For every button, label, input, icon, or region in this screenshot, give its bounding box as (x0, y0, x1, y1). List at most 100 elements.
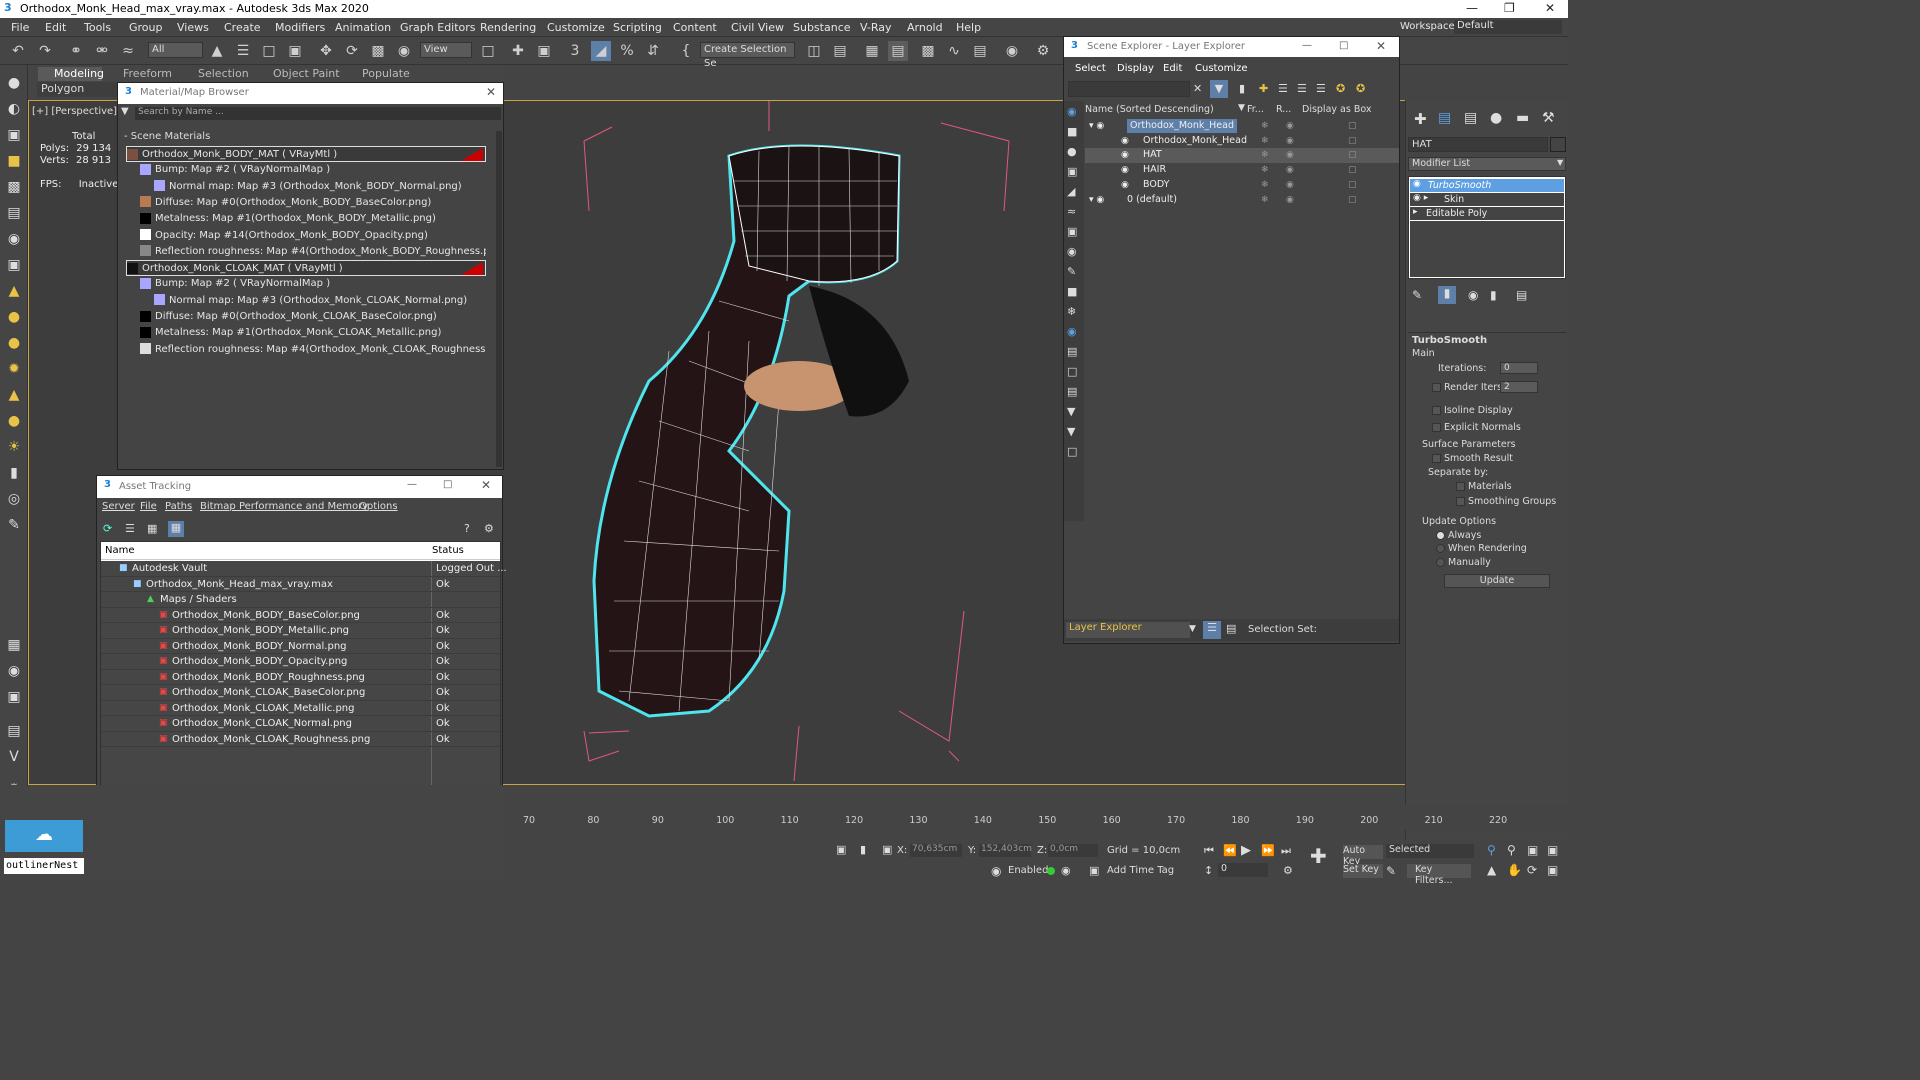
absolute-mode-icon[interactable]: ▣ (882, 843, 892, 856)
select-object-icon[interactable]: ▲ (207, 41, 227, 61)
at-menu-bitmap-performance[interactable]: Bitmap Performance and Memory (200, 501, 368, 512)
smooth-result-checkbox[interactable] (1432, 454, 1441, 463)
enabled-indicator[interactable] (1047, 867, 1055, 875)
show-end-result-icon[interactable]: ▮ (1438, 286, 1456, 304)
help-icon[interactable]: ? (464, 522, 470, 535)
se-col-renderable[interactable]: R... (1276, 104, 1291, 115)
go-to-start-icon[interactable]: ⏮ (1204, 844, 1214, 858)
set-keys-icon[interactable]: ✎ (1386, 864, 1396, 878)
sun-icon[interactable]: ☀ (4, 439, 24, 459)
se-display-groups-icon[interactable]: ▣ (1067, 225, 1077, 238)
layer-render-icon[interactable]: ◉ (1286, 193, 1294, 207)
visibility-eye-icon[interactable]: ◉ (1121, 163, 1129, 177)
se-display-geometry-icon[interactable]: ■ (1067, 125, 1077, 138)
isoline-display-checkbox[interactable] (1432, 406, 1441, 415)
visibility-eye-icon[interactable]: ◉ (1121, 178, 1129, 192)
compass-icon[interactable]: ◎ (4, 491, 24, 511)
unlink-icon[interactable]: ⚮ (92, 41, 112, 61)
se-col-name[interactable]: Name (Sorted Descending) (1085, 104, 1214, 115)
se-display-containers-icon[interactable]: ■ (1067, 285, 1077, 298)
asset-row[interactable]: ▣ Orthodox_Monk_BODY_Opacity.png Ok (101, 654, 500, 670)
workspace-dropdown[interactable]: Default (1454, 20, 1562, 34)
enabled-toggle-icon[interactable]: ◉ (1061, 864, 1071, 877)
se-explorer-dropdown[interactable]: Layer Explorer (1066, 622, 1190, 638)
modify-tab-icon[interactable]: ◐ (4, 101, 24, 121)
render-setup-icon[interactable]: ⚙ (1033, 41, 1053, 61)
cp-hierarchy-icon[interactable]: ▤ (1464, 110, 1477, 126)
visibility-eye-icon[interactable]: ◉ (1121, 134, 1129, 148)
render-iters-spinner[interactable]: 2 (1500, 381, 1538, 393)
cp-display-icon[interactable]: ▬ (1516, 110, 1529, 126)
se-display-xrefs-icon[interactable]: ◉ (1067, 245, 1077, 258)
material-tree-row[interactable]: Normal map: Map #3 (Orthodox_Monk_CLOAK_… (154, 293, 486, 309)
se-close-icon[interactable]: ✕ (1376, 39, 1386, 53)
set-key-button[interactable]: Set Key (1343, 864, 1383, 878)
named-selection-dropdown[interactable]: Create Selection Se (700, 42, 795, 69)
rotate-icon[interactable]: ⟳ (342, 41, 362, 61)
angle-snap-icon[interactable]: ◢ (591, 41, 611, 61)
cp-modify-icon[interactable]: ▤ (1438, 110, 1451, 126)
menu-content[interactable]: Content (673, 21, 717, 34)
edit-named-selection-icon[interactable]: { (676, 41, 696, 61)
layer-frozen-icon[interactable]: ❄ (1261, 193, 1269, 207)
reference-coord-dropdown[interactable]: View (420, 42, 472, 58)
material-tree-row[interactable]: Diffuse: Map #0(Orthodox_Monk_CLOAK_Base… (140, 309, 486, 325)
play-icon[interactable]: ▶ (1241, 843, 1251, 858)
layer-frozen-icon[interactable]: ❄ (1261, 178, 1269, 192)
se-filter-icon[interactable]: ▼ (1210, 80, 1228, 98)
se-filter-funnel2-icon[interactable]: ▼ (1067, 425, 1075, 438)
asset-row[interactable]: ▣ Orthodox_Monk_BODY_Metallic.png Ok (101, 623, 500, 639)
layer-box-icon[interactable]: ▢ (1348, 148, 1357, 162)
se-menu-edit[interactable]: Edit (1163, 63, 1182, 74)
se-display-dependencies-icon[interactable]: ▤ (1067, 385, 1077, 398)
layer-box-icon[interactable]: ▢ (1348, 178, 1357, 192)
select-by-name-icon[interactable]: ☰ (233, 41, 253, 61)
y-coord-field[interactable]: 152,403cm (979, 844, 1032, 857)
stack-item-turbosmooth[interactable]: TurboSmooth (1410, 179, 1564, 192)
tab-modeling[interactable]: Modeling (38, 67, 104, 81)
tab-populate[interactable]: Populate (362, 67, 410, 80)
pan-icon[interactable]: ✋ (1507, 863, 1522, 877)
explicit-normals-checkbox[interactable] (1432, 423, 1441, 432)
col-name[interactable]: Name (105, 545, 135, 556)
separate-smoothing-checkbox[interactable] (1456, 497, 1465, 506)
material-editor-icon[interactable]: ◉ (1002, 41, 1022, 61)
asset-row[interactable]: ■ Orthodox_Monk_Head_max_vray.max Ok (101, 577, 500, 592)
se-menu-select[interactable]: Select (1075, 63, 1106, 74)
schematic-view-icon[interactable]: ▤ (970, 41, 990, 61)
motion-tab-icon[interactable]: ■ (4, 153, 24, 173)
asset-row[interactable]: ▣ Orthodox_Monk_CLOAK_Roughness.png Ok (101, 732, 500, 747)
at-menu-file[interactable]: File (140, 501, 157, 512)
layer-row[interactable]: ▾ ◉ 0 (default) ❄ ◉ ▢ (1085, 193, 1399, 208)
viewport-label[interactable]: [+] [Perspective] [S (32, 106, 131, 117)
layer-frozen-icon[interactable]: ❄ (1261, 163, 1269, 177)
tab-object-paint[interactable]: Object Paint (273, 67, 340, 80)
auto-key-button[interactable]: Auto Key (1343, 845, 1383, 867)
mmb-scrollbar[interactable] (496, 131, 502, 467)
pivot-center-icon[interactable]: □ (478, 41, 498, 61)
material-tree-row[interactable]: Bump: Map #2 ( VRayNormalMap ) (140, 276, 486, 292)
menu-views[interactable]: Views (177, 21, 209, 34)
layer-render-icon[interactable]: ◉ (1286, 178, 1294, 192)
keyboard-shortcut-icon[interactable]: ▣ (534, 41, 554, 61)
autodesk-cloud-icon[interactable]: ☁ (5, 820, 83, 852)
window-crossing-icon[interactable]: ▣ (285, 41, 305, 61)
key-selection-dropdown[interactable]: Selected (1386, 844, 1474, 858)
align-icon[interactable]: ▤ (830, 41, 850, 61)
se-display-frozen-icon[interactable]: ❄ (1067, 305, 1076, 318)
col-status[interactable]: Status (432, 545, 464, 556)
stack-item-editable-poly[interactable]: Editable Poly (1410, 207, 1564, 220)
z-coord-field[interactable]: 0,0cm (1048, 844, 1098, 857)
menu-substance[interactable]: Substance (793, 21, 851, 34)
menu-group[interactable]: Group (129, 21, 163, 34)
menu-create[interactable]: Create (224, 21, 261, 34)
orbit-view-icon[interactable]: ⟳ (1527, 863, 1537, 877)
select-manipulate-icon[interactable]: ✚ (508, 41, 528, 61)
layer-box-icon[interactable]: ▢ (1348, 119, 1357, 133)
menu-edit[interactable]: Edit (45, 21, 66, 34)
stack-skin-eye-icon[interactable]: ◉ ▸ (1413, 193, 1428, 203)
se-layers-mode-icon[interactable]: ☰ (1203, 621, 1221, 639)
se-stack-icon[interactable]: ☰ (1316, 82, 1326, 95)
update-when-rendering-radio[interactable] (1436, 544, 1445, 553)
orbit-icon[interactable]: ◉ (4, 663, 24, 683)
